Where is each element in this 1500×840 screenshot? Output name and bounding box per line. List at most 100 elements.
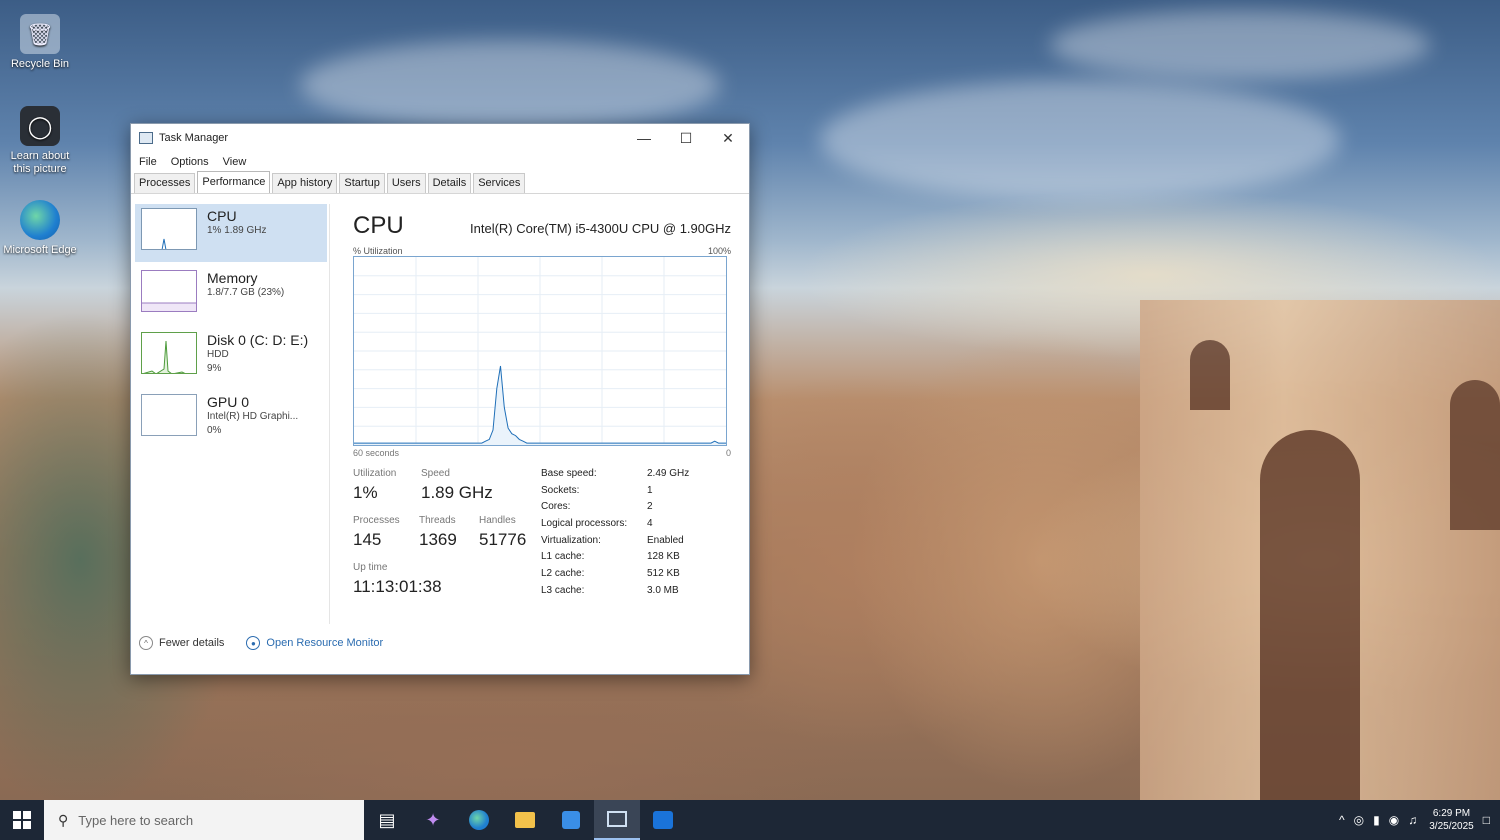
start-button[interactable] [0,800,44,840]
graph-x-min: 0 [725,448,731,458]
pane-divider[interactable] [329,204,330,624]
tab-processes[interactable]: Processes [134,173,196,193]
battery-icon[interactable]: ▮ [1373,813,1380,827]
network-icon[interactable]: ◉ [1389,813,1399,827]
spec-key: Sockets: [541,484,580,496]
task-manager-window: Task Manager — ☐ ✕ File Options View Pro… [130,123,750,675]
windows-logo-icon [13,811,31,829]
tab-startup[interactable]: Startup [339,173,385,193]
graph-x-label: 60 seconds [353,448,400,458]
spec-row: L2 cache: 512 KB [541,568,689,585]
sidebar-item-cpu[interactable]: CPU 1% 1.89 GHz [135,204,327,262]
desktop-icon-edge[interactable]: Microsoft Edge [2,200,78,257]
desktop-icon-learn-picture[interactable]: ◯ Learn about this picture [2,106,78,176]
copilot-icon[interactable]: ✦ [410,800,456,840]
spec-row: Base speed: 2.49 GHz [541,468,689,485]
chevron-up-icon: ^ [139,636,153,650]
cpu-model: Intel(R) Core(TM) i5-4300U CPU @ 1.90GHz [470,221,731,236]
sidebar-item-gpu[interactable]: GPU 0 Intel(R) HD Graphi... 0% [135,390,327,448]
spec-value: 128 KB [647,551,680,563]
resource-monitor-icon: ● [246,636,261,650]
maximize-button[interactable]: ☐ [665,124,707,152]
taskbar-search[interactable]: ⚲ Type here to search [44,800,364,840]
taskbar-clock[interactable]: 6:29 PM 3/25/2025 [1429,807,1474,833]
menu-view[interactable]: View [223,156,247,168]
spec-key: Cores: [541,501,571,513]
memory-thumbnail-graph [141,270,197,312]
spec-row: L3 cache: 3.0 MB [541,585,689,602]
tab-bar: Processes Performance App history Startu… [131,171,749,194]
clock-date: 3/25/2025 [1429,821,1474,832]
file-explorer-icon[interactable] [502,800,548,840]
desktop-icon-label: Recycle Bin [10,58,70,70]
tab-users[interactable]: Users [386,173,426,193]
task-view-icon[interactable]: ▤ [364,800,410,840]
tab-details[interactable]: Details [427,173,472,193]
spec-key: Virtualization: [541,534,601,546]
chevron-up-icon[interactable]: ^ [1339,813,1345,827]
menu-bar: File Options View [131,152,749,172]
stat-label: Utilization [353,468,397,479]
store-icon[interactable] [548,800,594,840]
spec-value: 4 [647,518,653,530]
window-title: Task Manager [159,132,229,144]
edge-icon[interactable] [456,800,502,840]
spec-row: Virtualization: Enabled [541,535,689,552]
open-resource-monitor-link[interactable]: ● Open Resource Monitor [246,636,383,650]
fewer-details-label: Fewer details [159,637,225,649]
tab-performance[interactable]: Performance [197,171,271,193]
stat-value: 51776 [479,530,527,549]
spec-row: L1 cache: 128 KB [541,551,689,568]
sidebar-item-detail: 1.8/7.7 GB (23%) [207,287,285,298]
spec-row: Sockets: 1 [541,485,689,502]
title-bar[interactable]: Task Manager — ☐ ✕ [131,124,749,152]
location-icon[interactable]: ◎ [1354,813,1364,827]
resource-sidebar: CPU 1% 1.89 GHz Memory 1.8/7.7 GB (23%) [135,204,327,452]
graph-y-max: 100% [707,246,731,256]
stat-value: 11:13:01:38 [353,577,442,596]
tab-app-history[interactable]: App history [272,173,338,193]
page-title: CPU [353,212,404,239]
minimize-button[interactable]: — [623,124,665,152]
sidebar-item-disk[interactable]: Disk 0 (C: D: E:) HDD 9% [135,328,327,386]
search-input[interactable]: Type here to search [78,813,193,828]
gpu-thumbnail-graph [141,394,197,436]
stat-label: Up time [353,562,388,573]
sidebar-item-detail: Intel(R) HD Graphi... [207,411,299,422]
sidebar-item-detail: 0% [207,425,222,436]
close-button[interactable]: ✕ [707,124,749,152]
volume-icon[interactable]: ♫ [1408,813,1417,827]
stat-label: Handles [479,515,516,526]
sidebar-item-detail: 1% 1.89 GHz [207,225,267,236]
camera-icon: ◯ [20,106,60,146]
menu-file[interactable]: File [139,156,157,168]
resource-monitor-label: Open Resource Monitor [266,637,384,649]
stat-label: Speed [421,468,450,479]
spec-key: Base speed: [541,468,597,479]
menu-options[interactable]: Options [171,156,209,168]
stat-threads: Threads 1369 [419,515,457,550]
sidebar-item-detail: HDD [207,349,229,360]
cpu-stats: Utilization 1% Speed 1.89 GHz Processes … [353,468,731,618]
system-tray: ^ ◎ ▮ ◉ ♫ 6:29 PM 3/25/2025 □ [1330,807,1500,833]
notifications-icon[interactable]: □ [1483,813,1490,827]
tab-services[interactable]: Services [473,173,526,193]
window-footer: ^ Fewer details ● Open Resource Monitor [139,636,383,650]
clock-time: 6:29 PM [1432,808,1471,819]
taskbar: ⚲ Type here to search ▤ ✦ ^ ◎ ▮ ◉ ♫ 6:29… [0,800,1500,840]
sidebar-item-memory[interactable]: Memory 1.8/7.7 GB (23%) [135,266,327,324]
spec-value: 2 [647,501,653,513]
outlook-icon[interactable] [640,800,686,840]
recycle-bin-icon: 🗑 [20,14,60,54]
sidebar-item-label: Disk 0 (C: D: E:) [207,332,309,348]
cpu-thumbnail-graph [141,208,197,250]
cpu-detail-pane: CPU Intel(R) Core(TM) i5-4300U CPU @ 1.9… [353,212,731,618]
search-icon: ⚲ [58,811,69,828]
spec-value: 1 [647,484,653,496]
desktop-icon-recycle-bin[interactable]: 🗑 Recycle Bin [2,14,78,71]
fewer-details-button[interactable]: ^ Fewer details [139,636,224,650]
spec-key: L3 cache: [541,584,585,596]
spec-key: L2 cache: [541,568,585,580]
sidebar-item-label: Memory [207,270,258,286]
task-manager-icon[interactable] [594,800,640,840]
